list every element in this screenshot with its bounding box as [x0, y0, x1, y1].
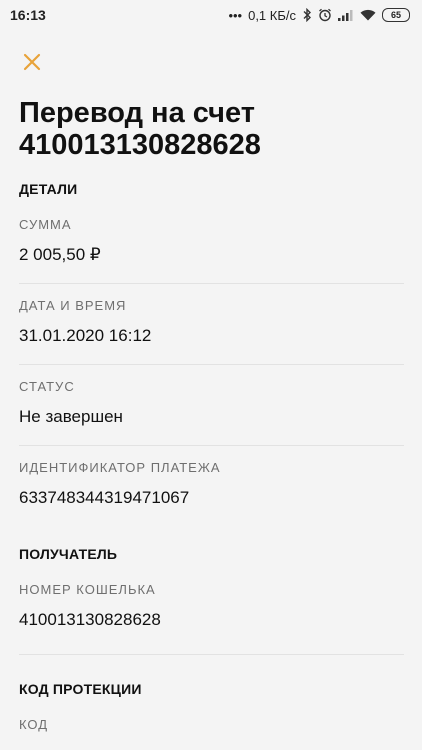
field-status: СТАТУС Не завершен [19, 365, 404, 446]
status-right: ••• 0,1 КБ/с 65 [228, 8, 410, 23]
field-wallet-number: НОМЕР КОШЕЛЬКА 410013130828628 [19, 568, 404, 648]
page-title: Перевод на счет 410013130828628 [19, 97, 261, 161]
field-payment-id: ИДЕНТИФИКАТОР ПЛАТЕЖА 633748344319471067 [19, 446, 404, 526]
wifi-icon [360, 9, 376, 21]
signal-icon [338, 9, 354, 21]
status-bar: 16:13 ••• 0,1 КБ/с 65 [0, 0, 422, 30]
section-protection-title: КОД ПРОТЕКЦИИ [19, 681, 142, 697]
field-label: СУММА [19, 217, 72, 232]
field-value: Не завершен [19, 407, 123, 426]
field-datetime: ДАТА И ВРЕМЯ 31.01.2020 16:12 [19, 284, 404, 365]
field-value: 410013130828628 [19, 610, 161, 629]
field-label: СТАТУС [19, 379, 75, 394]
status-time: 16:13 [10, 7, 46, 23]
close-icon [23, 53, 41, 71]
field-label: КОД [19, 717, 49, 732]
more-dots: ••• [228, 7, 243, 23]
field-value: 2 005,50 ₽ [19, 245, 101, 264]
close-button[interactable] [20, 50, 44, 74]
network-speed: 0,1 КБ/с [248, 7, 296, 23]
field-amount: СУММА 2 005,50 ₽ [19, 203, 404, 284]
field-protection-code: КОД [19, 703, 404, 735]
battery-icon: 65 [382, 8, 410, 22]
content: ДЕТАЛИ СУММА 2 005,50 ₽ ДАТА И ВРЕМЯ 31.… [0, 175, 422, 735]
section-details-title: ДЕТАЛИ [19, 181, 78, 197]
bluetooth-icon [302, 8, 312, 22]
section-recipient-title: ПОЛУЧАТЕЛЬ [19, 546, 118, 562]
field-label: ИДЕНТИФИКАТОР ПЛАТЕЖА [19, 460, 221, 475]
field-label: ДАТА И ВРЕМЯ [19, 298, 127, 313]
field-value: 633748344319471067 [19, 488, 190, 507]
field-value: 31.01.2020 16:12 [19, 326, 152, 345]
field-label: НОМЕР КОШЕЛЬКА [19, 582, 156, 597]
alarm-icon [318, 8, 332, 22]
